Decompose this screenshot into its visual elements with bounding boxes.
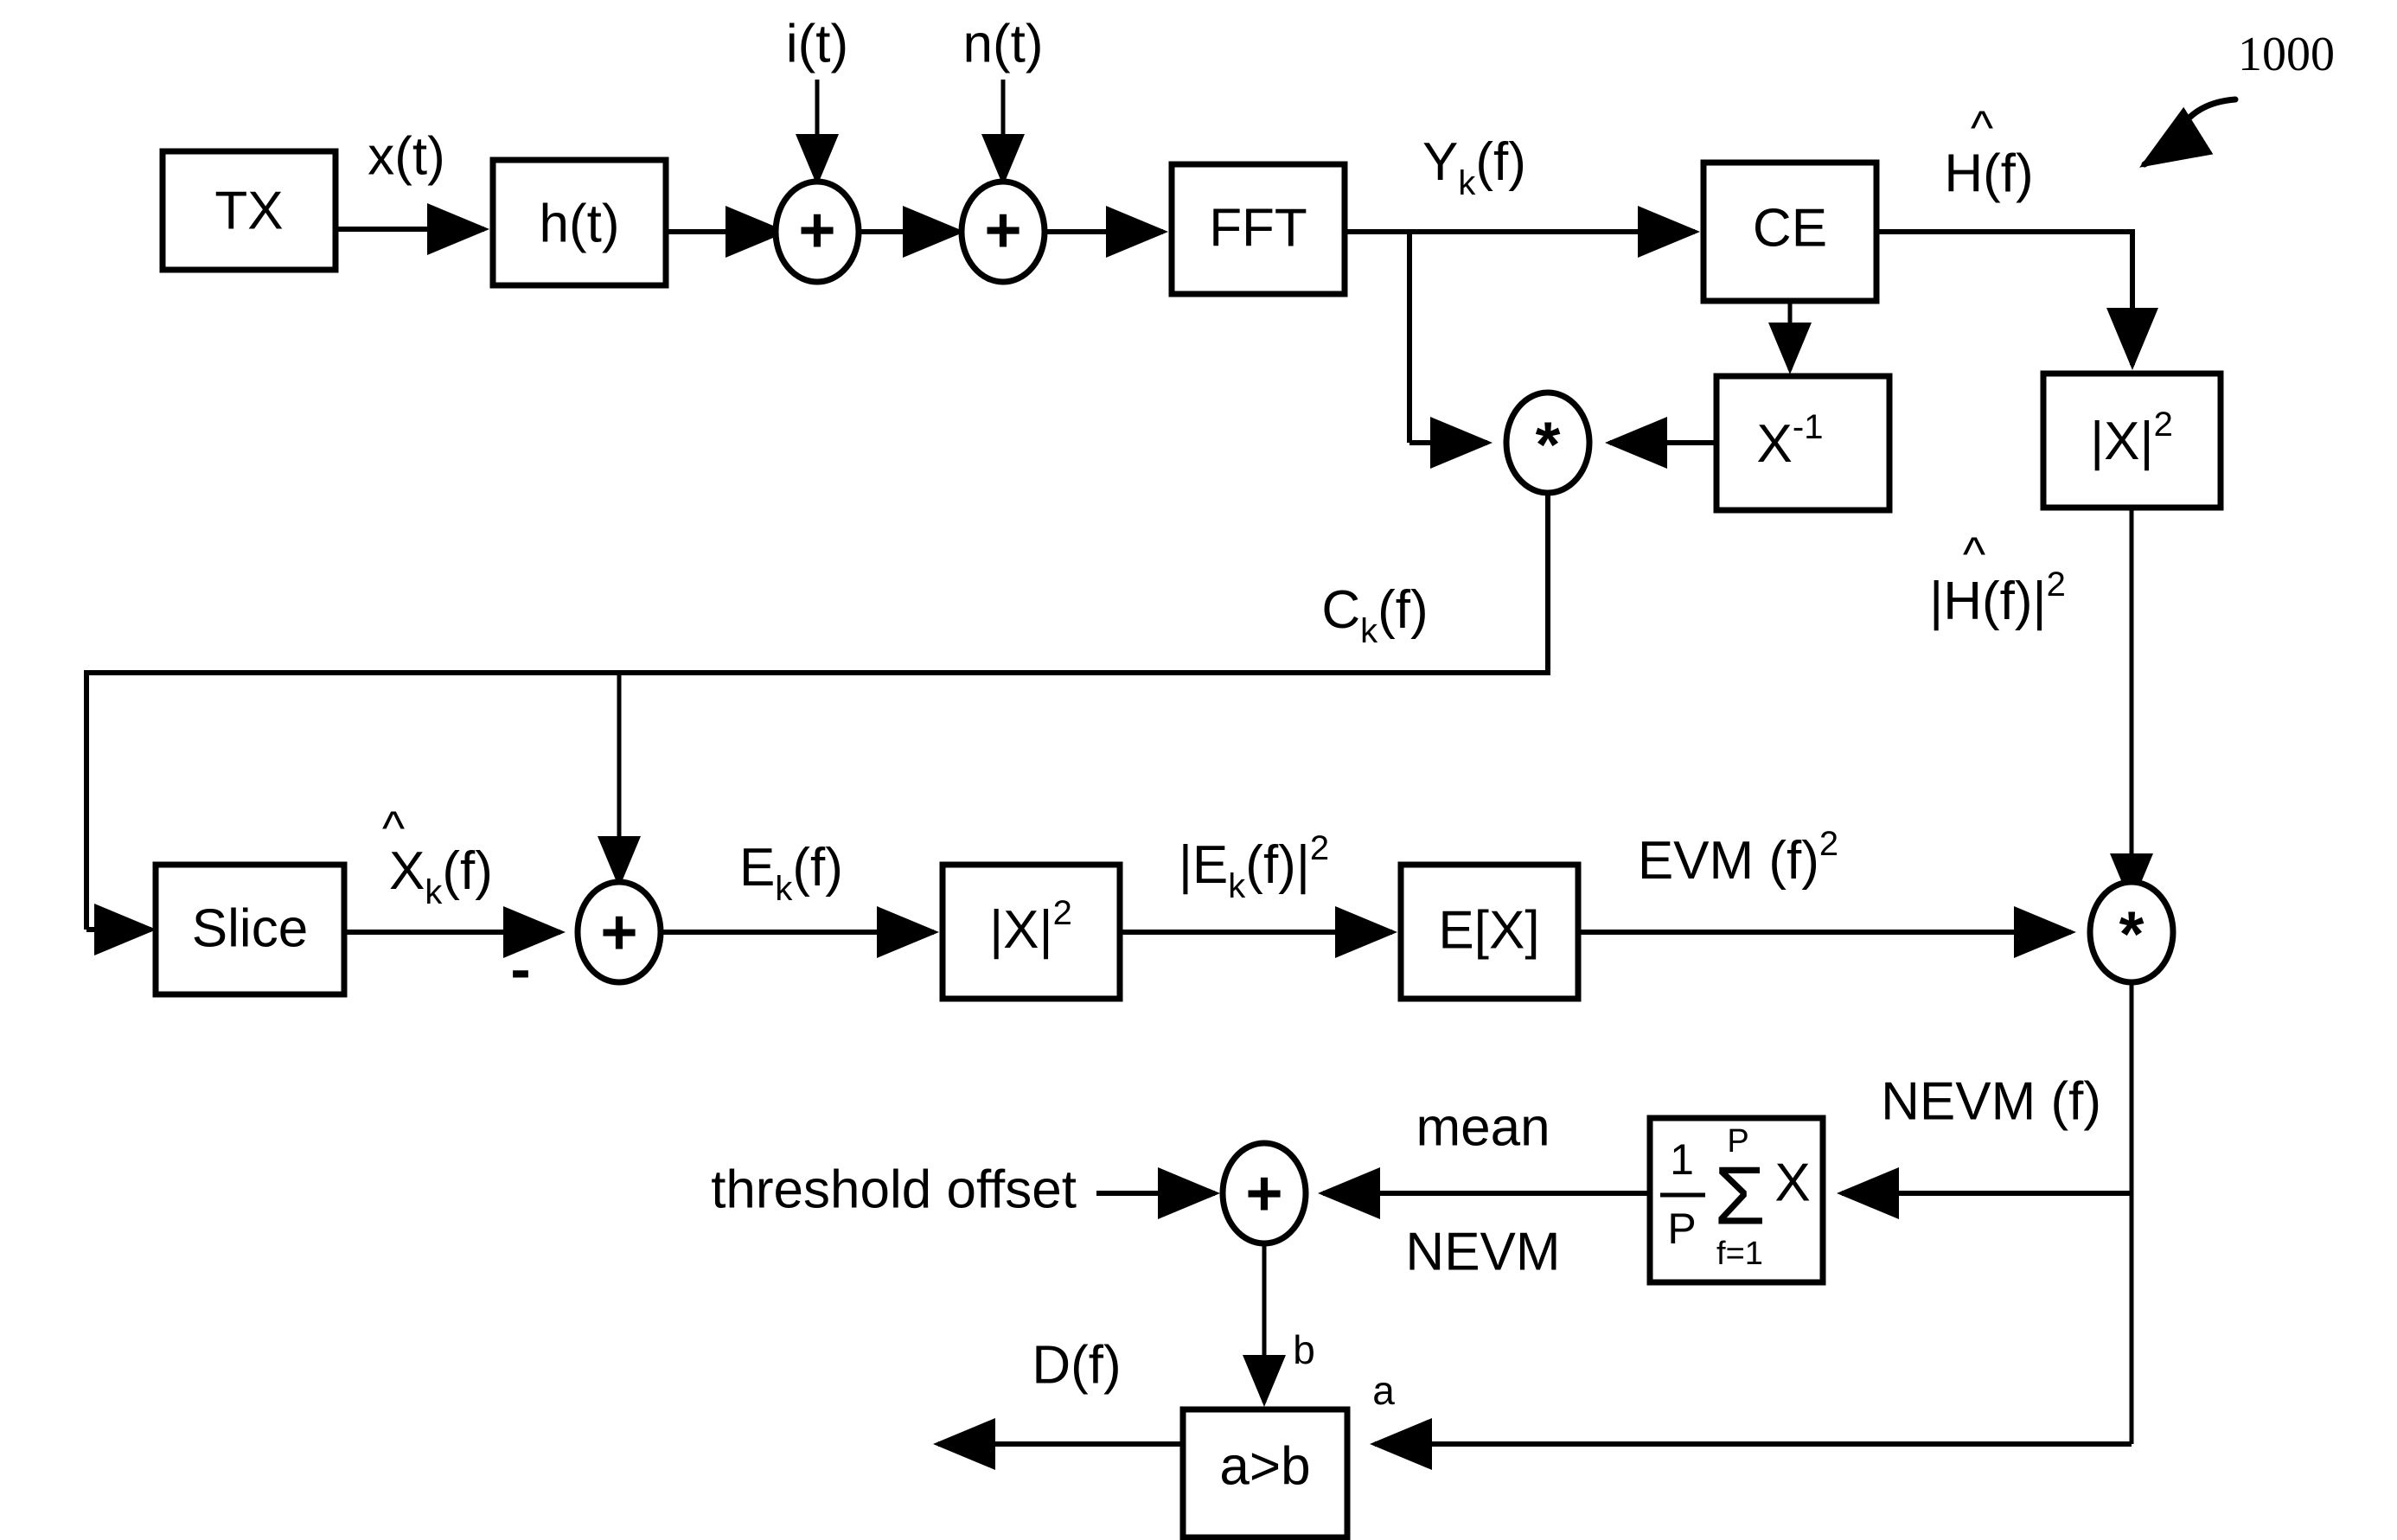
signal-label-tx-out: x(t) xyxy=(368,126,445,186)
block-fft[interactable]: FFT xyxy=(1168,161,1348,297)
signal-error-sub: k xyxy=(775,870,793,908)
signal-label-decision-out: D(f) xyxy=(1032,1335,1121,1395)
reference-numeral-1000: 1000 xyxy=(2139,28,2335,168)
block-x-inverse-exp: -1 xyxy=(1793,408,1824,446)
block-tx[interactable]: TX xyxy=(159,148,339,273)
signal-label-h-mag-sq: ^ |H(f)|2 xyxy=(1929,527,2066,632)
block-mean-operand: X xyxy=(1774,1153,1810,1212)
signal-label-error-mag-sq: |Ek(f)|2 xyxy=(1179,829,1329,905)
operator-multiplier-top[interactable]: * xyxy=(1503,389,1593,496)
svg-text:Yk(f): Yk(f) xyxy=(1422,132,1526,201)
operator-adder-error-symbol: + xyxy=(600,897,637,968)
signal-fft-out-tail: (f) xyxy=(1475,132,1526,192)
signal-fft-out-base: Y xyxy=(1422,132,1458,192)
signal-label-ck: Ck(f) xyxy=(1321,580,1428,649)
wire-ce-to-magsq-top xyxy=(1876,229,2135,355)
operator-adder-error[interactable]: + xyxy=(574,879,664,986)
block-tx-label: TX xyxy=(214,181,283,240)
signal-slice-out-sub: k xyxy=(425,873,443,911)
block-mean-lower-limit: f=1 xyxy=(1716,1236,1763,1272)
signal-error-base: E xyxy=(739,838,775,898)
signal-ce-out-base: H(f) xyxy=(1944,144,2033,203)
block-slice-label: Slice xyxy=(192,898,308,958)
svg-text:Ck(f): Ck(f) xyxy=(1321,580,1428,649)
operator-minus-sign: - xyxy=(510,935,530,1002)
signal-label-evm: EVM (f)2 xyxy=(1638,825,1838,891)
signal-error-mag-sq-tail: (f)| xyxy=(1245,835,1310,895)
diagram-svg: TX x(t) h(t) i(t) + n(t) + FFT Yk(f) CE … xyxy=(84,14,2335,1540)
signal-error-tail: (f) xyxy=(792,838,843,898)
block-mean-numerator: 1 xyxy=(1670,1135,1694,1184)
signal-ck-sub: k xyxy=(1360,612,1378,650)
signal-label-comparator-input-b: b xyxy=(1293,1327,1315,1372)
signal-error-mag-sq-exp: 2 xyxy=(1310,829,1329,867)
signal-label-ce-out: ^ H(f) xyxy=(1944,100,2033,204)
signal-label-slice-out: ^ Xk(f) xyxy=(382,801,493,911)
signal-ck-base: C xyxy=(1321,580,1360,640)
block-slice[interactable]: Slice xyxy=(152,861,348,998)
block-fft-label: FFT xyxy=(1209,198,1307,258)
signal-evm-exp: 2 xyxy=(1819,825,1838,863)
signal-error-mag-sq-sub: k xyxy=(1228,867,1246,905)
signal-h-mag-sq-text: |H(f)|2 xyxy=(1929,566,2066,632)
signal-label-fft-out: Yk(f) xyxy=(1422,132,1526,201)
block-diagram-canvas: TX x(t) h(t) i(t) + n(t) + FFT Yk(f) CE … xyxy=(0,0,2397,1540)
block-mean-sigma: Σ xyxy=(1714,1149,1765,1242)
operator-adder1-symbol: + xyxy=(798,195,835,266)
reference-numeral-label: 1000 xyxy=(2238,28,2335,81)
block-comparator-label: a>b xyxy=(1219,1436,1310,1496)
signal-ck-tail: (f) xyxy=(1377,580,1429,640)
block-magsq-mid[interactable]: |X|2 xyxy=(939,861,1123,1002)
block-channel-label: h(t) xyxy=(540,194,620,253)
block-magsq-top[interactable]: |X|2 xyxy=(2040,370,2224,511)
operator-adder-threshold[interactable]: + xyxy=(1219,1140,1309,1247)
block-mean-nevm[interactable]: 1 P P Σ f=1 X xyxy=(1646,1115,1826,1286)
svg-text:Xk(f): Xk(f) xyxy=(389,841,493,911)
block-channel[interactable]: h(t) xyxy=(489,157,669,289)
signal-label-comparator-input-a: a xyxy=(1372,1368,1395,1413)
block-x-inverse-base: X xyxy=(1757,414,1793,474)
block-mean-denominator: P xyxy=(1667,1205,1696,1253)
signal-mean-nevm-line2: NEVM xyxy=(1405,1222,1560,1281)
operator-adder1[interactable]: + xyxy=(772,178,862,285)
signal-label-mean-nevm: mean NEVM xyxy=(1405,1097,1560,1281)
block-comparator[interactable]: a>b xyxy=(1179,1406,1351,1540)
signal-h-mag-sq-exp: 2 xyxy=(2047,566,2066,604)
operator-multiplier-right[interactable]: * xyxy=(2087,879,2176,986)
signal-label-nevm: NEVM (f) xyxy=(1881,1071,2101,1131)
block-ce-label: CE xyxy=(1753,198,1827,258)
block-ce[interactable]: CE xyxy=(1700,159,1880,304)
signal-evm-base: EVM (f) xyxy=(1638,831,1819,891)
signal-slice-out-base: X xyxy=(389,841,425,901)
operator-multiplier-top-symbol: * xyxy=(1536,409,1561,481)
svg-text:|Ek(f)|2: |Ek(f)|2 xyxy=(1179,829,1329,905)
signal-mean-nevm-line1: mean xyxy=(1416,1097,1550,1157)
signal-label-error: Ek(f) xyxy=(739,838,843,907)
block-magsq-mid-base: |X| xyxy=(989,900,1053,960)
block-expectation[interactable]: E[X] xyxy=(1397,861,1582,1002)
signal-fft-out-sub: k xyxy=(1458,164,1476,202)
operator-multiplier-right-symbol: * xyxy=(2119,898,2145,970)
reference-leader-arrow xyxy=(2139,96,2239,168)
operator-adder2[interactable]: + xyxy=(958,178,1048,285)
signal-slice-out-tail: (f) xyxy=(442,841,493,901)
signal-h-mag-sq-base: |H(f)| xyxy=(1929,572,2047,631)
block-magsq-mid-exp: 2 xyxy=(1053,894,1072,932)
svg-text:Ek(f): Ek(f) xyxy=(739,838,843,907)
svg-text:EVM (f)2: EVM (f)2 xyxy=(1638,825,1838,891)
signal-label-interference: i(t) xyxy=(786,14,848,73)
operator-adder-threshold-symbol: + xyxy=(1245,1158,1282,1230)
block-magsq-top-base: |X| xyxy=(2090,412,2154,471)
block-magsq-top-exp: 2 xyxy=(2154,406,2173,444)
block-x-inverse[interactable]: X-1 xyxy=(1713,373,1893,514)
block-expectation-label: E[X] xyxy=(1438,900,1539,960)
operator-adder2-symbol: + xyxy=(984,195,1021,266)
signal-label-threshold-offset: threshold offset xyxy=(711,1160,1077,1219)
signal-label-noise: n(t) xyxy=(963,14,1044,73)
signal-error-mag-sq-base: |E xyxy=(1179,835,1228,895)
